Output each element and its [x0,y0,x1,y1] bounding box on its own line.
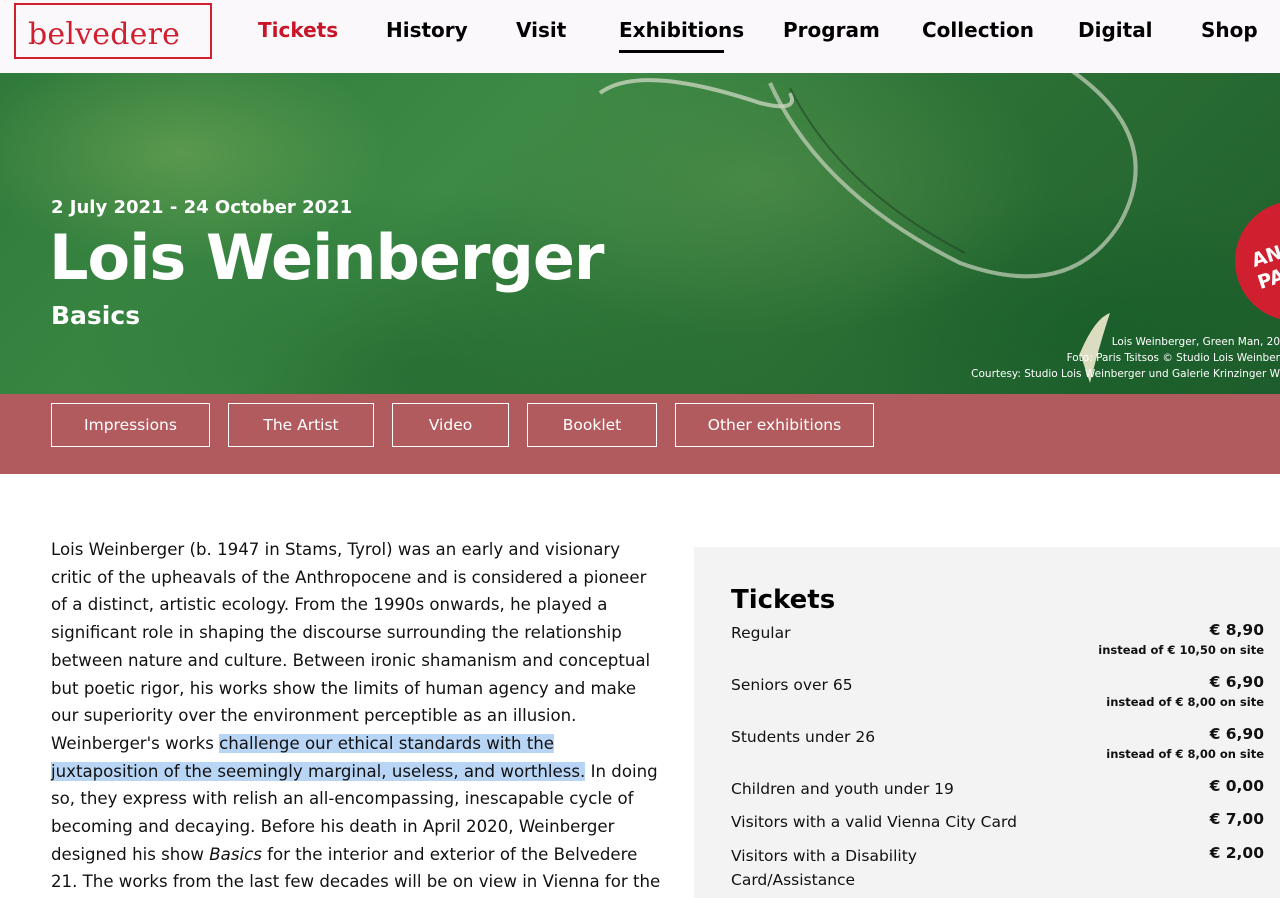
nav-current-indicator [619,50,724,53]
logo-text: belvedere [28,17,181,52]
ticket-row: Visitors with a Disability Card/Assistan… [731,844,1264,894]
description-text-start: Lois Weinberger (b. 1947 in Stams, Tyrol… [51,540,651,753]
subnav-impressions-button[interactable]: Impressions [51,403,210,447]
ticket-row: Visitors with a valid Vienna City Card €… [731,810,1264,836]
ticket-onsite-note: instead of € 8,00 on site [1106,695,1264,709]
ticket-price: € 2,00 [1209,844,1264,862]
site-header: belvedere Tickets History Visit Exhibiti… [0,0,1280,73]
nav-exhibitions[interactable]: Exhibitions [619,18,744,42]
description-paragraph: Lois Weinberger (b. 1947 in Stams, Tyrol… [51,536,663,898]
subnav-booklet-button[interactable]: Booklet [527,403,657,447]
ticket-label: Visitors with a valid Vienna City Card [731,813,1017,831]
exhibition-subtitle: Basics [51,301,141,330]
ticket-label: Seniors over 65 [731,676,853,694]
exhibition-subnav: Impressions The Artist Video Booklet Oth… [0,394,1280,474]
nav-collection[interactable]: Collection [922,18,1034,42]
subnav-video-button[interactable]: Video [392,403,509,447]
ticket-price: € 7,00 [1209,810,1264,828]
ticket-price: € 6,90 [1209,673,1264,691]
credit-line-2: Foto: Paris Tsitsos © Studio Lois Weinbe… [1066,352,1280,364]
ticket-label: Children and youth under 19 [731,780,954,798]
tickets-panel: Tickets Regular € 8,90 instead of € 10,5… [694,547,1280,898]
nav-program[interactable]: Program [783,18,880,42]
exhibition-title: Lois Weinberger [49,221,604,294]
exhibition-dates: 2 July 2021 - 24 October 2021 [51,197,353,218]
image-credit: Lois Weinberger, Green Man, 20 Foto: Par… [971,334,1280,382]
credit-line-1: Lois Weinberger, Green Man, 20 [1111,336,1280,348]
hero-banner: 2 July 2021 - 24 October 2021 Lois Weinb… [0,73,1280,394]
ticket-row: Children and youth under 19 € 0,00 [731,777,1264,803]
tickets-heading: Tickets [731,585,836,615]
nav-history[interactable]: History [386,18,468,42]
ticket-label: Regular [731,624,791,642]
belvedere-logo[interactable]: belvedere [14,3,212,59]
ticket-price: € 0,00 [1209,777,1264,795]
ticket-price: € 6,90 [1209,725,1264,743]
show-name: Basics [209,844,262,864]
nav-digital[interactable]: Digital [1078,18,1153,42]
subnav-artist-button[interactable]: The Artist [228,403,374,447]
credit-line-3: Courtesy: Studio Lois Weinberger und Gal… [971,368,1280,380]
ticket-onsite-note: instead of € 10,50 on site [1098,643,1264,657]
ticket-row: Regular € 8,90 instead of € 10,50 on sit… [731,621,1264,665]
ticket-row: Students under 26 € 6,90 instead of € 8,… [731,725,1264,769]
ticket-price: € 8,90 [1209,621,1264,639]
ticket-onsite-note: instead of € 8,00 on site [1106,747,1264,761]
nav-visit[interactable]: Visit [516,18,566,42]
nav-shop[interactable]: Shop [1201,18,1258,42]
subnav-other-exhibitions-button[interactable]: Other exhibitions [675,403,874,447]
exhibition-description: Lois Weinberger (b. 1947 in Stams, Tyrol… [51,536,663,898]
ticket-label: Visitors with a Disability Card/Assistan… [731,847,917,889]
ticket-label: Students under 26 [731,728,876,746]
nav-tickets[interactable]: Tickets [258,18,338,42]
ticket-row: Seniors over 65 € 6,90 instead of € 8,00… [731,673,1264,717]
